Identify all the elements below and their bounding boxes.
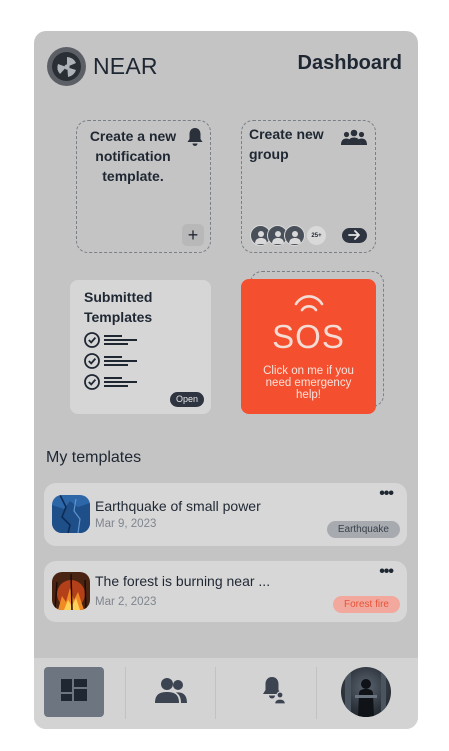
signal-waves-icon	[292, 294, 326, 321]
checklist-illustration	[84, 329, 140, 392]
nav-profile[interactable]	[340, 667, 392, 717]
nav-divider	[215, 667, 216, 719]
brand-name: NEAR	[93, 53, 158, 79]
arrow-right-icon	[348, 227, 361, 245]
section-title: My templates	[46, 449, 142, 466]
card-title: Create a new notification template.	[89, 128, 177, 184]
submitted-templates-card[interactable]: Submitted Templates Open	[70, 280, 211, 414]
template-title: Earthquake of small power	[95, 498, 261, 514]
page-title: Dashboard	[297, 52, 402, 74]
check-circle-icon	[84, 352, 137, 369]
more-options-button[interactable]: •••	[379, 485, 394, 503]
member-count-badge: 25+	[307, 226, 326, 245]
category-tag: Earthquake	[326, 521, 400, 538]
template-date: Mar 2, 2023	[95, 596, 157, 608]
sos-description: Click on me if you need emergency help!	[263, 365, 354, 401]
member-avatars: 25+	[250, 225, 326, 246]
avatar	[341, 667, 391, 717]
bell-user-icon	[260, 675, 288, 710]
template-item[interactable]: The forest is burning near ... Mar 2, 20…	[44, 561, 407, 622]
avatar	[284, 225, 305, 246]
nav-groups[interactable]	[141, 667, 201, 717]
forest-fire-thumbnail	[52, 572, 90, 610]
earthquake-thumbnail	[52, 495, 90, 533]
template-date: Mar 9, 2023	[95, 518, 157, 530]
sos-button[interactable]: SOS Click on me if you need emergency he…	[241, 279, 376, 414]
add-button[interactable]: +	[182, 224, 204, 246]
create-group-card[interactable]: Create new group 25+	[241, 120, 376, 253]
dashboard-grid-icon	[61, 678, 87, 706]
bell-icon	[186, 127, 204, 152]
more-options-button[interactable]: •••	[379, 563, 394, 581]
template-item[interactable]: Earthquake of small power Mar 9, 2023 ••…	[44, 483, 407, 546]
plus-icon: +	[187, 225, 199, 245]
bottom-navigation	[34, 658, 418, 729]
sos-label: SOS	[272, 318, 345, 355]
create-notification-template-card[interactable]: Create a new notification template. +	[76, 120, 211, 253]
check-circle-icon	[84, 373, 137, 390]
open-group-button[interactable]	[342, 228, 367, 243]
near-logo-icon	[47, 47, 86, 86]
nav-divider	[125, 667, 126, 719]
open-button[interactable]: Open	[169, 392, 204, 407]
nav-notifications[interactable]	[244, 667, 304, 717]
group-icon	[341, 129, 367, 150]
check-circle-icon	[84, 331, 137, 348]
template-title: The forest is burning near ...	[95, 573, 271, 589]
app-screen: NEAR Dashboard Create a new notification…	[34, 31, 418, 729]
card-title: Submitted Templates	[84, 289, 153, 325]
nav-dashboard[interactable]	[44, 667, 104, 717]
nav-divider	[316, 667, 317, 719]
category-tag: Forest fire	[332, 596, 400, 613]
people-icon	[154, 677, 188, 708]
card-title: Create new group	[249, 126, 324, 162]
